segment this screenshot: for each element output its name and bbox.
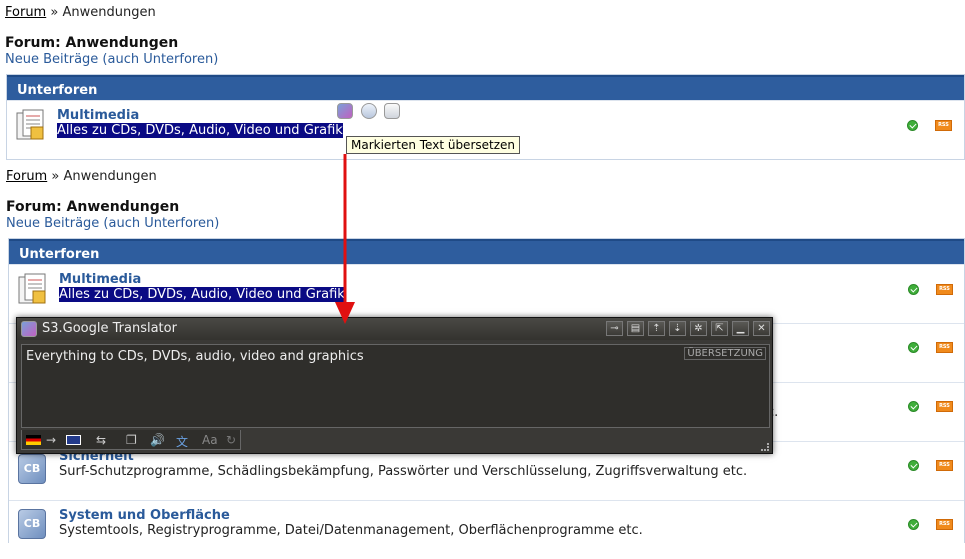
close-icon[interactable]: ✕ <box>753 321 770 336</box>
resize-grip[interactable] <box>761 443 769 451</box>
breadcrumb-separator: » <box>50 5 59 20</box>
popout-icon[interactable]: ⇱ <box>711 321 728 336</box>
direction-arrow: → <box>46 433 57 447</box>
breadcrumb-forum-link[interactable]: Forum <box>5 5 46 20</box>
red-arrow-annotation <box>335 154 355 324</box>
forum-name[interactable]: System und Oberfläche <box>59 508 230 523</box>
german-flag-icon[interactable] <box>26 435 41 445</box>
rss-icon[interactable]: RSS <box>936 284 953 295</box>
swap-languages-icon[interactable]: ⇆ <box>96 433 106 447</box>
rss-icon[interactable]: RSS <box>936 342 953 353</box>
translation-output[interactable]: Everything to CDs, DVDs, audio, video an… <box>21 344 770 428</box>
status-ok-icon <box>908 342 919 353</box>
translator-window: S3.Google Translator ⊸ ▤ ⇡ ⇣ ✲ ⇱ ▁ ✕ Eve… <box>16 317 773 454</box>
translator-titlebar[interactable]: S3.Google Translator ⊸ ▤ ⇡ ⇣ ✲ ⇱ ▁ ✕ <box>17 318 772 340</box>
info-icon[interactable] <box>361 103 377 119</box>
tooltip: Markierten Text übersetzen <box>346 136 520 154</box>
uk-flag-icon[interactable] <box>66 435 81 445</box>
forum-row: Multimedia Alles zu CDs, DVDs, Audio, Vi… <box>9 264 964 323</box>
translate-icon[interactable]: 文 <box>176 433 188 450</box>
status-ok-icon <box>907 120 918 131</box>
forum-name[interactable]: Multimedia <box>59 272 141 287</box>
forum-folder-icon <box>16 109 44 140</box>
breadcrumb-2: Forum » Anwendungen <box>6 169 157 184</box>
forum-description: Surf-Schutzprogramme, Schädlingsbekämpfu… <box>59 464 748 479</box>
pin-icon[interactable]: ⊸ <box>606 321 623 336</box>
history-icon[interactable]: ▤ <box>627 321 644 336</box>
speaker-icon[interactable]: 🔊 <box>150 433 165 447</box>
forum-description: Alles zu CDs, DVDs, Audio, Video und Gra… <box>57 123 343 138</box>
s3-translate-icon[interactable] <box>337 103 353 119</box>
status-ok-icon <box>908 284 919 295</box>
font-size-icon[interactable]: Aa <box>202 433 218 447</box>
breadcrumb-current: Anwendungen <box>63 169 157 184</box>
forum-name[interactable]: Multimedia <box>57 108 139 123</box>
forum-description: Alles zu CDs, DVDs, Audio, Video und Gra… <box>59 287 345 302</box>
status-ok-icon <box>908 460 919 471</box>
breadcrumb-current: Anwendungen <box>62 5 156 20</box>
copy-icon[interactable] <box>384 103 400 119</box>
new-posts-link-2[interactable]: Neue Beiträge (auch Unterforen) <box>6 216 219 231</box>
new-posts-link[interactable]: Neue Beiträge (auch Unterforen) <box>5 52 218 67</box>
breadcrumb: Forum » Anwendungen <box>5 5 156 20</box>
refresh-icon[interactable]: ↻ <box>226 433 236 447</box>
rss-icon[interactable]: RSS <box>936 460 953 471</box>
upload-icon[interactable]: ⇡ <box>648 321 665 336</box>
rss-icon[interactable]: RSS <box>935 120 952 131</box>
forum-category-icon: CB <box>18 454 46 484</box>
s3-logo-icon <box>21 321 37 337</box>
selected-text: Alles zu CDs, DVDs, Audio, Video und Gra… <box>57 123 343 138</box>
subforums-header: Unterforen <box>9 239 964 264</box>
minimize-icon[interactable]: ▁ <box>732 321 749 336</box>
translation-badge: ÜBERSETZUNG <box>684 347 766 360</box>
forum-folder-icon <box>18 273 46 304</box>
translation-text: Everything to CDs, DVDs, audio, video an… <box>26 349 364 364</box>
forum-row: CB System und Oberfläche Systemtools, Re… <box>9 500 964 559</box>
breadcrumb-separator: » <box>51 169 60 184</box>
forum-description: Systemtools, Registryprogramme, Datei/Da… <box>59 523 643 538</box>
subforums-header: Unterforen <box>7 75 964 100</box>
gear-icon[interactable]: ✲ <box>690 321 707 336</box>
forum-category-icon: CB <box>18 509 46 539</box>
status-ok-icon <box>908 401 919 412</box>
page-title-2: Forum: Anwendungen <box>6 199 180 215</box>
rss-icon[interactable]: RSS <box>936 401 953 412</box>
rss-icon[interactable]: RSS <box>936 519 953 530</box>
page-title: Forum: Anwendungen <box>5 35 179 51</box>
status-ok-icon <box>908 519 919 530</box>
selected-text: Alles zu CDs, DVDs, Audio, Video und Gra… <box>59 287 345 302</box>
copy-icon[interactable]: ❐ <box>126 433 137 447</box>
translator-toolbar: → ⇆ ❐ 🔊 文 Aa ↻ <box>21 430 241 450</box>
breadcrumb-forum-link[interactable]: Forum <box>6 169 47 184</box>
translator-title: S3.Google Translator <box>42 321 177 336</box>
download-icon[interactable]: ⇣ <box>669 321 686 336</box>
